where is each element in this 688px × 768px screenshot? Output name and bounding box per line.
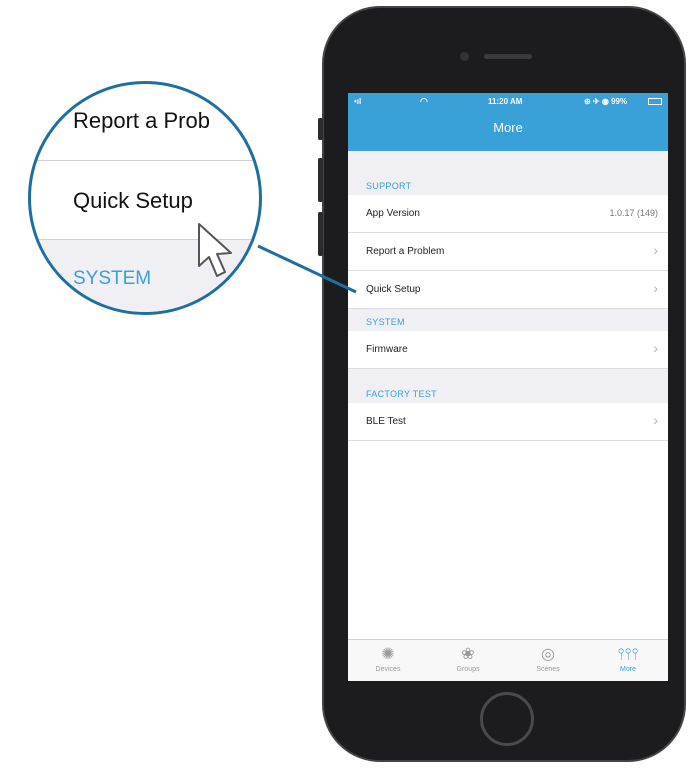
zoom-report-a-problem: Report a Prob: [73, 108, 210, 133]
callout-line: [257, 244, 357, 294]
zoom-quick-setup: Quick Setup: [73, 188, 193, 213]
cursor-pointer-icon: [198, 223, 232, 277]
zoom-system-header: SYSTEM: [73, 268, 152, 289]
zoom-divider: [31, 160, 259, 161]
zoom-magnifier: Report a Prob Quick Setup SYSTEM: [28, 81, 262, 315]
